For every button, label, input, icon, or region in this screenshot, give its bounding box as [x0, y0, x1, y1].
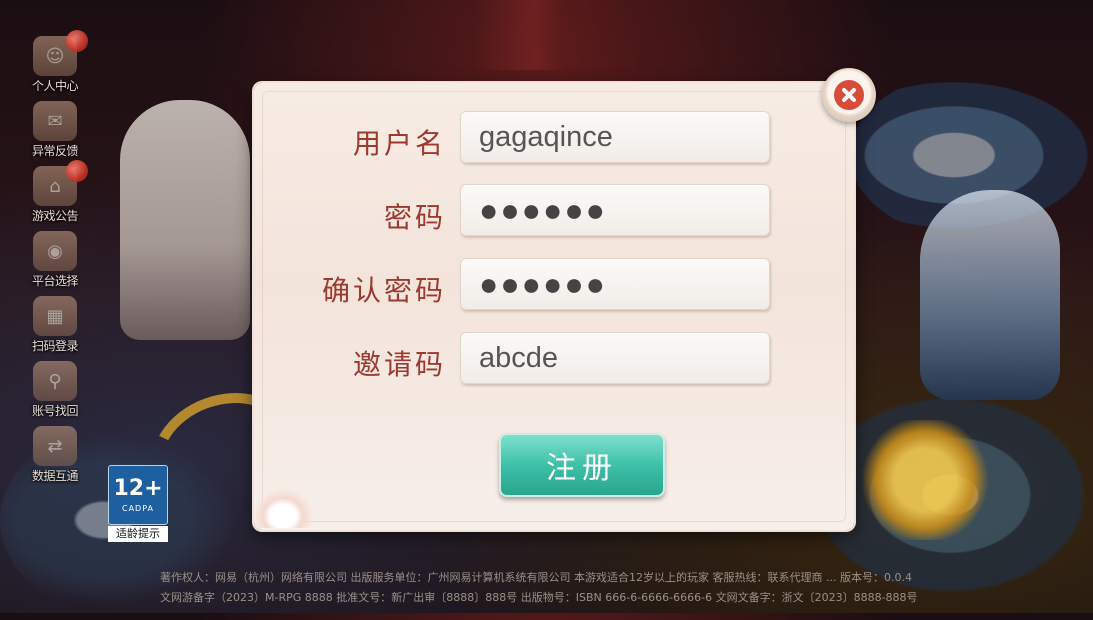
search-account-icon: ⚲ — [33, 361, 77, 401]
notification-badge — [66, 30, 88, 52]
sidebar-item-label: 数据互通 — [31, 469, 79, 483]
sidebar-item-account-recovery[interactable]: ⚲ 账号找回 — [22, 361, 88, 425]
invite-code-field[interactable] — [460, 332, 770, 384]
password-label: 密码 — [383, 201, 446, 234]
sidebar-item-data-sync[interactable]: ⇄ 数据互通 — [22, 426, 88, 490]
age-rating-caption: 适龄提示 — [108, 526, 168, 542]
character-art-right — [920, 190, 1060, 400]
close-icon — [834, 80, 864, 110]
sync-icon: ⇄ — [33, 426, 77, 466]
register-button[interactable]: 注册 — [499, 433, 665, 497]
sidebar-item-platform[interactable]: ◉ 平台选择 — [22, 231, 88, 295]
lion-art — [860, 420, 990, 540]
sidebar-item-label: 扫码登录 — [31, 339, 79, 353]
footer-line: 文网游备字（2023）M-RPG 8888 批准文号：新广出审〔8888〕888… — [160, 591, 918, 604]
age-rating-org: CADPA — [121, 503, 154, 513]
apple-icon: ◉ — [33, 231, 77, 271]
sidebar-item-label: 个人中心 — [31, 79, 79, 93]
lotus-decoration — [252, 488, 314, 528]
close-button[interactable] — [822, 68, 876, 122]
username-label: 用户名 — [352, 127, 446, 160]
password-field[interactable] — [460, 184, 770, 236]
legal-footer: 著作权人：网易（杭州）网络有限公司 出版服务单位：广州网易计算机系统有限公司 本… — [160, 568, 1060, 608]
scan-icon: ▦ — [33, 296, 77, 336]
sidebar-item-label: 异常反馈 — [31, 144, 79, 158]
sidebar-item-scan-login[interactable]: ▦ 扫码登录 — [22, 296, 88, 360]
sidebar-item-feedback[interactable]: ✉ 异常反馈 — [22, 101, 88, 165]
character-art-left — [120, 100, 250, 340]
sidebar-item-profile[interactable]: ☺ 个人中心 — [22, 30, 88, 100]
side-menu: ☺ 个人中心 ✉ 异常反馈 ⌂ 游戏公告 ◉ 平台选择 ▦ 扫码登录 ⚲ 账号找… — [22, 30, 88, 491]
notification-badge — [66, 160, 88, 182]
age-rating-badge[interactable]: 12+ CADPA 适龄提示 — [108, 465, 168, 542]
footer-line: 著作权人：网易（杭州）网络有限公司 出版服务单位：广州网易计算机系统有限公司 本… — [160, 571, 912, 584]
age-rating-icon: 12+ CADPA — [108, 465, 168, 525]
background-pillar — [475, 0, 625, 70]
feedback-icon: ✉ — [33, 101, 77, 141]
sidebar-item-label: 平台选择 — [31, 274, 79, 288]
invite-code-label: 邀请码 — [352, 348, 446, 381]
sidebar-item-label: 游戏公告 — [31, 209, 79, 223]
age-rating-number: 12+ — [113, 475, 163, 501]
sidebar-item-announcement[interactable]: ⌂ 游戏公告 — [22, 160, 88, 230]
confirm-password-field[interactable] — [460, 258, 770, 310]
username-field[interactable] — [460, 111, 770, 163]
confirm-password-label: 确认密码 — [321, 274, 446, 307]
sidebar-item-label: 账号找回 — [31, 404, 79, 418]
